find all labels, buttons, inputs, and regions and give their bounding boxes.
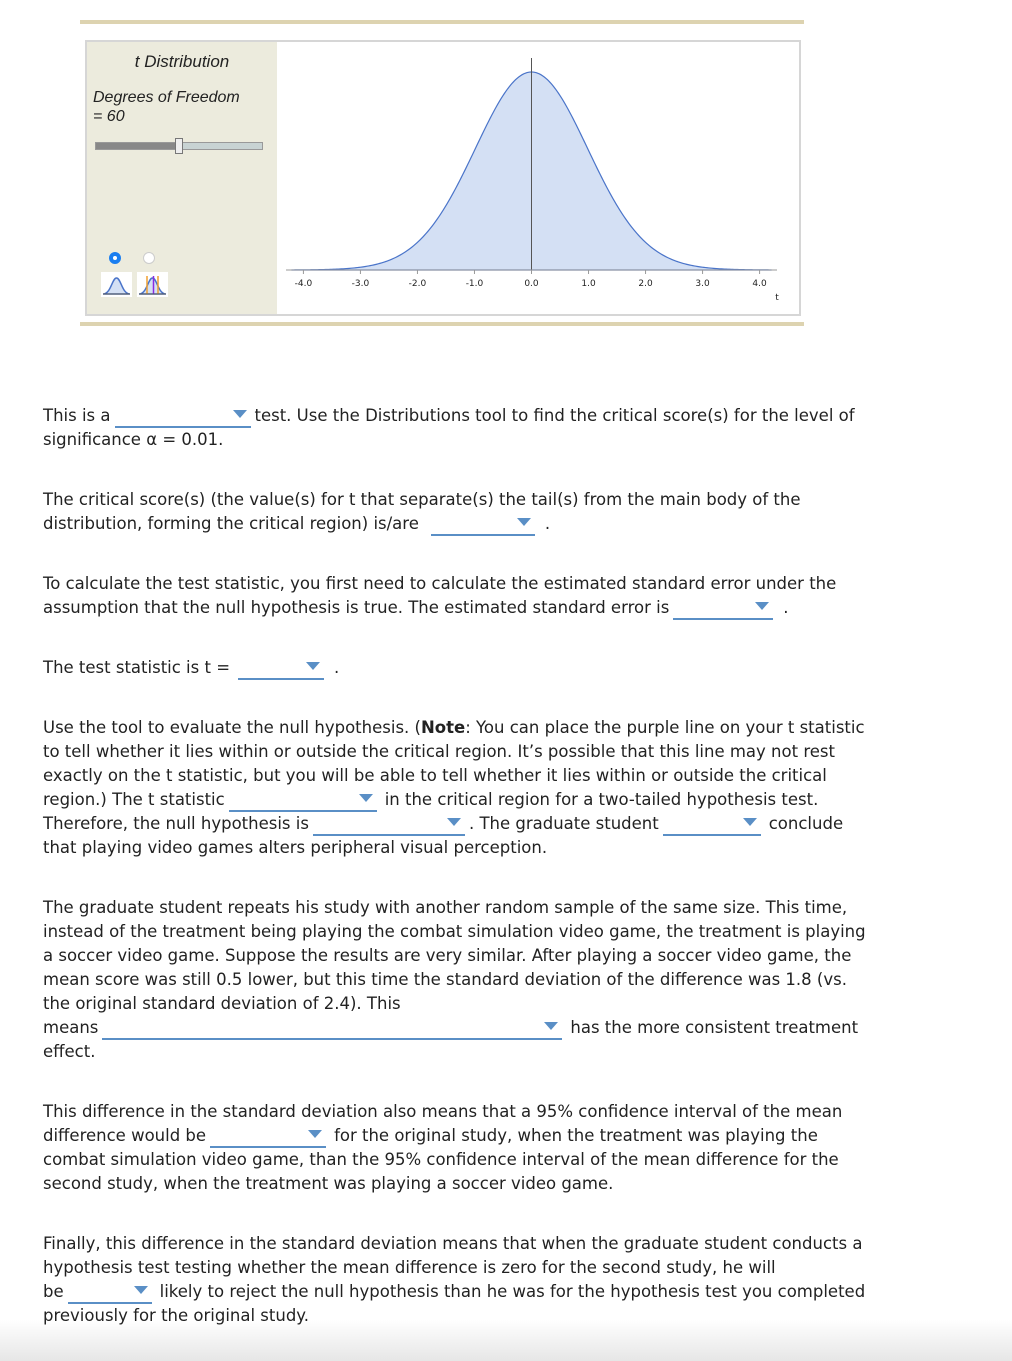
- dof-label-text: Degrees of Freedom: [93, 89, 240, 106]
- test-statistic-dropdown[interactable]: [238, 658, 325, 680]
- x-tick-label: -3.0: [352, 279, 370, 289]
- q2-text-pre: distribution, forming the critical regio…: [43, 514, 419, 533]
- t-distribution-chart[interactable]: -4.0 -3.0 -2.0 -1.0 0.0 1.0 2.0 3.0 4.0 t: [277, 42, 801, 314]
- chevron-down-icon: [306, 662, 321, 670]
- x-tick-label: 3.0: [695, 279, 710, 289]
- distribution-curve-icon[interactable]: [101, 272, 132, 297]
- x-tick-label: 1.0: [581, 279, 596, 289]
- distributions-tool: t Distribution Degrees of Freedom = 60 -…: [85, 40, 801, 316]
- q5-text-l4-post: in the critical region for a two-tailed …: [384, 790, 819, 809]
- x-tick-label: -1.0: [466, 279, 484, 289]
- question-reject-likelihood: Finally, this difference in the standard…: [43, 1232, 865, 1328]
- q7-text-l2-post: for the original study, when the treatme…: [334, 1126, 818, 1145]
- distribution-lines-icon[interactable]: [137, 272, 168, 297]
- critical-region-dropdown[interactable]: [228, 790, 377, 812]
- q7-text-l3: combat simulation video game, than the 9…: [43, 1150, 839, 1169]
- note-label: Note: [420, 718, 466, 737]
- q3-text-pre: assumption that the null hypothesis is t…: [43, 598, 670, 617]
- q5-text-l1-post: : You can place the purple line on your …: [465, 718, 865, 737]
- q6-text-l7: effect.: [43, 1042, 96, 1061]
- q5-text-l6: that playing video games alters peripher…: [43, 838, 548, 857]
- q8-text-l2: hypothesis test testing whether the mean…: [43, 1258, 776, 1277]
- question-evaluate-null: Use the tool to evaluate the null hypoth…: [43, 716, 865, 860]
- x-tick-label: -2.0: [409, 279, 427, 289]
- question-test-statistic: The test statistic is t =.: [43, 656, 339, 680]
- q6-text-l6-pre: means: [43, 1018, 99, 1037]
- q6-text-l2: instead of the treatment being playing t…: [43, 922, 866, 941]
- q5-text-l1-pre: Use the tool to evaluate the null hypoth…: [43, 718, 421, 737]
- null-hypothesis-dropdown[interactable]: [312, 814, 465, 836]
- question-confidence-interval: This difference in the standard deviatio…: [43, 1100, 842, 1196]
- question-critical-score: The critical score(s) (the value(s) for …: [43, 488, 801, 536]
- dof-slider[interactable]: [95, 138, 263, 154]
- tool-top-rule: [80, 20, 804, 24]
- tool-bottom-rule: [80, 322, 804, 326]
- consistent-treatment-dropdown[interactable]: [102, 1018, 563, 1040]
- dof-label: Degrees of Freedom = 60: [93, 88, 240, 126]
- q6-text-l4: mean score was still 0.5 lower, but this…: [43, 970, 847, 989]
- q8-text-l3-post: likely to reject the null hypothesis tha…: [159, 1282, 866, 1301]
- q1-text-pre: This is a: [43, 406, 111, 425]
- chevron-down-icon: [516, 518, 531, 526]
- critical-score-dropdown[interactable]: [430, 514, 535, 536]
- conclude-dropdown[interactable]: [662, 814, 761, 836]
- test-type-dropdown[interactable]: [114, 406, 251, 428]
- chevron-down-icon: [755, 602, 770, 610]
- q7-text-l2-pre: difference would be: [43, 1126, 207, 1145]
- x-axis-label: t: [775, 293, 779, 303]
- mode-radio-lines[interactable]: [143, 252, 155, 264]
- chevron-down-icon: [446, 818, 461, 826]
- q2-text-post: .: [544, 514, 551, 533]
- q5-text-l3: exactly on the t statistic, but you will…: [43, 766, 827, 785]
- q8-text-l1: Finally, this difference in the standard…: [43, 1234, 863, 1253]
- ci-width-dropdown[interactable]: [210, 1126, 327, 1148]
- q5-text-l2: to tell whether it lies within or outsid…: [43, 742, 835, 761]
- x-tick-label: 0.0: [524, 279, 539, 289]
- q7-text-l4: second study, when the treatment was pla…: [43, 1174, 614, 1193]
- dof-slider-fill: [96, 143, 179, 149]
- q5-text-l5-pre: Therefore, the null hypothesis is: [43, 814, 309, 833]
- q1-text-post: test. Use the Distributions tool to find…: [254, 406, 855, 425]
- chevron-down-icon: [232, 410, 247, 418]
- chevron-down-icon: [308, 1130, 323, 1138]
- question-consistent-effect: The graduate student repeats his study w…: [43, 896, 866, 1064]
- reject-likelihood-dropdown[interactable]: [67, 1282, 152, 1304]
- q8-text-l3-pre: be: [43, 1282, 64, 1301]
- q6-text-l6-post: has the more consistent treatment: [570, 1018, 859, 1037]
- q4-text-pre: The test statistic is t =: [43, 658, 231, 677]
- q5-text-l5-mid: . The graduate student: [468, 814, 659, 833]
- tool-title: t Distribution: [134, 52, 230, 71]
- q5-text-l4-pre: region.) The t statistic: [43, 790, 225, 809]
- tool-control-panel: t Distribution Degrees of Freedom = 60: [87, 42, 277, 314]
- chevron-down-icon: [133, 1286, 148, 1294]
- standard-error-dropdown[interactable]: [673, 598, 774, 620]
- q8-text-l4: previously for the original study.: [43, 1306, 309, 1325]
- dof-value: = 60: [93, 108, 125, 125]
- mode-radio-distribution[interactable]: [109, 252, 121, 264]
- chevron-down-icon: [544, 1022, 559, 1030]
- x-tick-label: -4.0: [295, 279, 313, 289]
- q1-text-line2: significance α = 0.01.: [43, 430, 224, 449]
- chevron-down-icon: [742, 818, 757, 826]
- question-standard-error: To calculate the test statistic, you fir…: [43, 572, 836, 620]
- q3-text-line1: To calculate the test statistic, you fir…: [43, 574, 837, 593]
- question-test-type: This is a test. Use the Distributions too…: [43, 404, 855, 452]
- x-tick-label: 2.0: [638, 279, 653, 289]
- q5-text-l5-post: conclude: [768, 814, 844, 833]
- dof-slider-thumb[interactable]: [175, 138, 183, 154]
- q6-text-l5: the original standard deviation of 2.4).…: [43, 994, 401, 1013]
- q4-text-post: .: [334, 658, 340, 677]
- x-tick-label: 4.0: [752, 279, 767, 289]
- q6-text-l3: a soccer video game. Suppose the results…: [43, 946, 852, 965]
- q3-text-post: .: [783, 598, 789, 617]
- q2-text-line1: The critical score(s) (the value(s) for …: [43, 490, 801, 509]
- chevron-down-icon: [358, 794, 373, 802]
- q7-text-l1: This difference in the standard deviatio…: [43, 1102, 843, 1121]
- q6-text-l1: The graduate student repeats his study w…: [43, 898, 848, 917]
